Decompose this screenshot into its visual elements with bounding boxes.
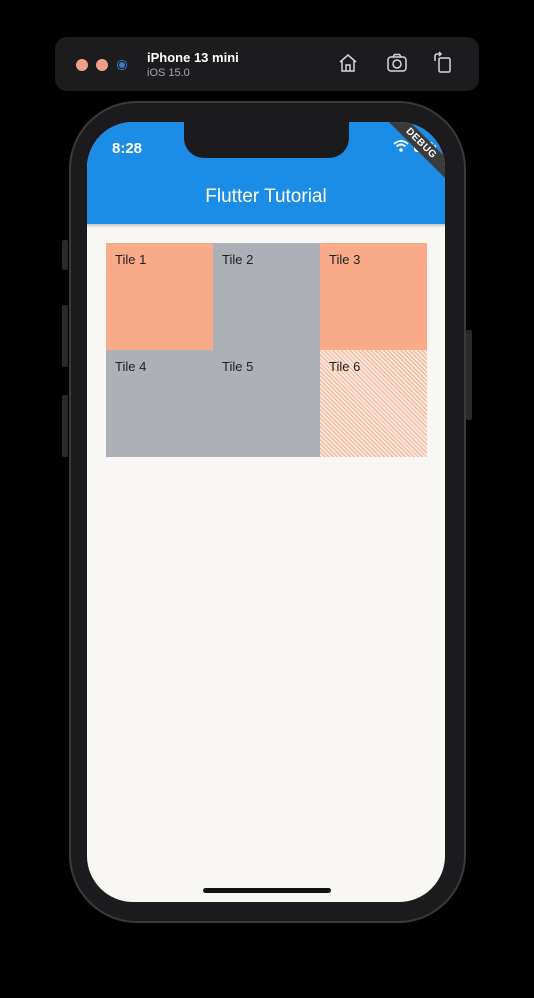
tile-6[interactable]: Tile 6: [320, 350, 427, 457]
tile-label: Tile 5: [222, 359, 254, 374]
device-screen: 8:28 DEBUG Flutter Tutorial Tile 1 Tile …: [87, 122, 445, 902]
tile-label: Tile 1: [115, 252, 147, 267]
simulator-window: iPhone 13 mini iOS 15.0 8:28 DEBUG Flutt…: [0, 0, 534, 998]
tile-5[interactable]: Tile 5: [213, 350, 320, 457]
tile-4[interactable]: Tile 4: [106, 350, 213, 457]
zoom-window-button[interactable]: [116, 59, 128, 71]
home-icon[interactable]: [336, 51, 360, 75]
wifi-icon: [393, 140, 409, 152]
volume-down-button: [62, 395, 68, 457]
power-button: [466, 330, 472, 420]
minimize-window-button[interactable]: [96, 59, 108, 71]
tile-label: Tile 2: [222, 252, 254, 267]
mute-switch: [62, 240, 68, 270]
tile-label: Tile 6: [329, 359, 361, 374]
os-version: iOS 15.0: [147, 67, 190, 79]
app-bar-shadow: [87, 224, 445, 228]
close-window-button[interactable]: [76, 59, 88, 71]
status-time: 8:28: [112, 140, 143, 157]
tile-3[interactable]: Tile 3: [320, 243, 427, 350]
rotate-icon[interactable]: [431, 51, 455, 75]
tile-label: Tile 3: [329, 252, 361, 267]
volume-up-button: [62, 305, 68, 367]
app-bar-title: Flutter Tutorial: [205, 186, 327, 207]
tile-grid: Tile 1 Tile 2 Tile 3 Tile 4 Tile 5 Tile …: [106, 243, 427, 457]
simulator-toolbar: iPhone 13 mini iOS 15.0: [55, 37, 479, 91]
device-name: iPhone 13 mini: [147, 50, 239, 65]
tile-2[interactable]: Tile 2: [213, 243, 320, 350]
tile-label: Tile 4: [115, 359, 147, 374]
notch: [184, 122, 349, 158]
tile-1[interactable]: Tile 1: [106, 243, 213, 350]
home-indicator[interactable]: [203, 888, 331, 893]
screenshot-icon[interactable]: [385, 51, 409, 75]
